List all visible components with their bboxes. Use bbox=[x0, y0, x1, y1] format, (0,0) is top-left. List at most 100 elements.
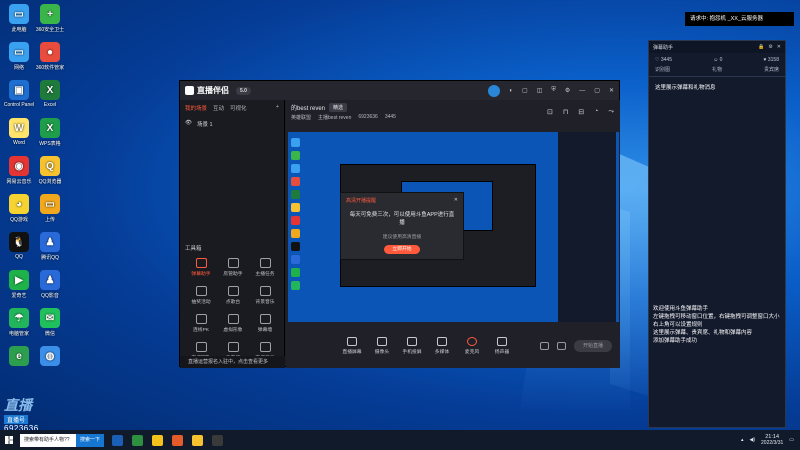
tool-icon bbox=[227, 286, 239, 296]
app-titlebar[interactable]: 直播伴侣 5.0 ◐ ▢ ◫ ⛨ ⚙ — ▢ ✕ bbox=[180, 81, 619, 100]
welcome-line: 左键拖拽可移动窗口位置，右键拖拽可调整窗口大小 bbox=[653, 314, 780, 320]
desktop-icon[interactable]: X Excel bbox=[33, 80, 67, 108]
eye-icon[interactable]: 👁 bbox=[185, 120, 192, 128]
room-tag[interactable]: 精选 bbox=[329, 103, 348, 112]
close-icon[interactable]: ✕ bbox=[777, 44, 781, 50]
tool-item[interactable]: 主播任务 bbox=[249, 258, 281, 277]
source-control[interactable]: 扬声器 bbox=[492, 337, 512, 355]
add-icon[interactable]: + bbox=[276, 104, 279, 112]
gear-icon[interactable] bbox=[557, 342, 566, 350]
start-now-button[interactable]: 立即开始 bbox=[384, 245, 420, 254]
start-button[interactable] bbox=[0, 430, 18, 450]
desktop-icon[interactable]: ☂ 电脑管家 bbox=[2, 308, 36, 337]
tab-gift[interactable]: 礼物 bbox=[712, 66, 722, 73]
desktop-icon[interactable]: ▭ 上传 bbox=[33, 194, 67, 223]
desktop-icon[interactable]: Q QQ浏览器 bbox=[33, 156, 67, 185]
desktop-icon[interactable]: ◍ bbox=[33, 346, 67, 368]
desktop-icon[interactable]: +360安全卫士 bbox=[33, 4, 67, 33]
desktop-icon[interactable]: ▣ Control Panel bbox=[2, 80, 36, 108]
tab-my-scenes[interactable]: 我的场景 bbox=[185, 104, 207, 112]
desktop-icon-label: 360软件管家 bbox=[35, 65, 65, 71]
settings-icon[interactable]: ⚙ bbox=[565, 87, 570, 94]
taskbar-app-icon[interactable] bbox=[192, 434, 204, 446]
record-icon[interactable]: ⊟ bbox=[578, 108, 584, 116]
scene-item[interactable]: 👁 场景 1 bbox=[185, 120, 279, 128]
clock[interactable]: 21:14 2022/3/31 bbox=[761, 434, 783, 446]
minimize-button[interactable]: — bbox=[579, 88, 585, 94]
tool-item[interactable]: 虚拟形象 bbox=[217, 314, 249, 333]
desktop-icon[interactable]: X WPS表格 bbox=[33, 118, 67, 147]
tool-item[interactable]: 房管助手 bbox=[217, 258, 249, 277]
avatar[interactable] bbox=[488, 84, 501, 97]
tab-vip[interactable]: 贵宾席 bbox=[764, 66, 779, 73]
layout-icon[interactable]: ◫ bbox=[537, 87, 543, 94]
desktop-icon[interactable]: ▭ 此电脑 bbox=[2, 4, 36, 33]
desktop-icon[interactable]: W Word bbox=[2, 118, 36, 146]
close-icon[interactable]: ✕ bbox=[454, 197, 458, 204]
window-icon[interactable]: ▢ bbox=[522, 87, 528, 94]
source-control[interactable]: 多媒体 bbox=[432, 337, 452, 355]
titlebar-controls: ◐ ▢ ◫ ⛨ ⚙ — ▢ ✕ bbox=[488, 84, 614, 97]
record-icon[interactable] bbox=[540, 342, 549, 350]
danmu-assistant-panel[interactable]: 弹幕助手 🔒 ⚙ ✕ ♡ 3445 ☺ 0 ♥ 3158 识别图 礼物 贵宾席 … bbox=[648, 40, 786, 428]
close-button[interactable]: ✕ bbox=[609, 87, 614, 94]
desktop-icon[interactable]: ♟ QQ影音 bbox=[33, 270, 67, 299]
tab-interaction[interactable]: 互动 bbox=[213, 104, 224, 112]
app-icon: ▭ bbox=[9, 42, 29, 62]
network-icon[interactable]: ▴ bbox=[741, 437, 744, 443]
taskbar-app-icon[interactable] bbox=[112, 434, 124, 446]
source-control[interactable]: 手机投屏 bbox=[402, 337, 422, 355]
desktop-icon[interactable]: 🐧 QQ bbox=[2, 232, 36, 260]
tool-item[interactable]: 弹幕助手 bbox=[185, 258, 217, 277]
taskbar-app-icon[interactable] bbox=[212, 434, 224, 446]
search-button[interactable]: 搜索一下 bbox=[76, 433, 105, 447]
welcome-line: 欢迎使用斗鱼弹幕助手 bbox=[653, 306, 709, 312]
live-reminder-dialog[interactable]: 高清开播提醒 ✕ 每天可免费三次，可以使用斗鱼APP进行直播 建议使用高清直播 … bbox=[340, 192, 464, 260]
sidebar-tabs: 我的场景 互动 可视化 + bbox=[180, 100, 284, 116]
desktop-icon[interactable]: ● 360软件管家 bbox=[33, 42, 67, 71]
bell-icon[interactable]: ◔ bbox=[594, 108, 598, 116]
tab-recognition[interactable]: 识别图 bbox=[655, 66, 670, 73]
tool-item[interactable]: 弹幕墙 bbox=[249, 314, 281, 333]
notification-icon[interactable]: ▭ bbox=[789, 437, 794, 443]
source-control[interactable]: 摄像头 bbox=[372, 337, 392, 355]
lock-icon[interactable]: ⊓ bbox=[563, 108, 568, 116]
taskbar-app-icon[interactable] bbox=[132, 434, 144, 446]
tool-item[interactable]: 背景音乐 bbox=[249, 286, 281, 305]
desktop-icon[interactable]: ♟ 腾讯QQ bbox=[33, 232, 67, 261]
start-live-button[interactable]: 开始直播 bbox=[574, 340, 612, 352]
sidebar-notice[interactable]: 直播运营报名入驻中，点击查看更多 bbox=[180, 356, 285, 368]
maximize-button[interactable]: ▢ bbox=[594, 87, 600, 94]
dialog-header: 高清开播提醒 ✕ bbox=[341, 193, 463, 208]
streaming-companion-window[interactable]: 直播伴侣 5.0 ◐ ▢ ◫ ⛨ ⚙ — ▢ ✕ 我的场景 互动 可视化 + 👁… bbox=[179, 80, 620, 368]
source-control[interactable]: 直播屏幕 bbox=[342, 337, 362, 355]
desktop-icon[interactable]: ▭ 网络 bbox=[2, 42, 36, 71]
source-control[interactable]: 麦克风 bbox=[462, 337, 482, 355]
source-icon bbox=[437, 337, 447, 346]
room-category[interactable]: 英雄联盟 bbox=[291, 114, 311, 121]
room-anchor: 主播best reven bbox=[318, 115, 352, 121]
gear-icon[interactable]: ⚙ bbox=[768, 44, 772, 50]
search-input[interactable]: 搜索带有助手人物?? bbox=[20, 433, 76, 447]
tool-item[interactable]: 抽奖活动 bbox=[185, 286, 217, 305]
desktop-icon[interactable]: ◉ 网易云音乐 bbox=[2, 156, 36, 185]
lock-icon[interactable]: 🔒 bbox=[758, 44, 764, 50]
desktop-icon[interactable]: e bbox=[2, 346, 36, 368]
taskbar-app-icon[interactable] bbox=[152, 434, 164, 446]
gift-icon[interactable]: ⊡ bbox=[547, 108, 553, 116]
volume-icon[interactable]: ◀) bbox=[750, 437, 756, 443]
streamer-overlay: 直播 直播号 6923636 bbox=[4, 395, 64, 433]
stream-preview[interactable]: 高清开播提醒 ✕ 每天可免费三次，可以使用斗鱼APP进行直播 建议使用高清直播 … bbox=[288, 132, 619, 322]
notification-toast[interactable]: 请求中: 抱怨机 _XX_云服务器 bbox=[685, 12, 794, 26]
desktop-icon[interactable]: ◕ QQ游戏 bbox=[2, 194, 36, 223]
app-icon: ✉ bbox=[40, 308, 60, 328]
shield-icon[interactable]: ⛨ bbox=[551, 87, 556, 94]
share-icon[interactable]: ⤳ bbox=[608, 108, 614, 116]
skin-icon[interactable]: ◐ bbox=[509, 88, 513, 94]
tool-item[interactable]: 连线PK bbox=[185, 314, 217, 333]
desktop-icon[interactable]: ▶ 爱奇艺 bbox=[2, 270, 36, 299]
tab-visual[interactable]: 可视化 bbox=[230, 104, 247, 112]
taskbar-app-icon[interactable] bbox=[172, 434, 184, 446]
desktop-icon[interactable]: ✉ 微信 bbox=[33, 308, 67, 337]
tool-item[interactable]: 点歌台 bbox=[217, 286, 249, 305]
